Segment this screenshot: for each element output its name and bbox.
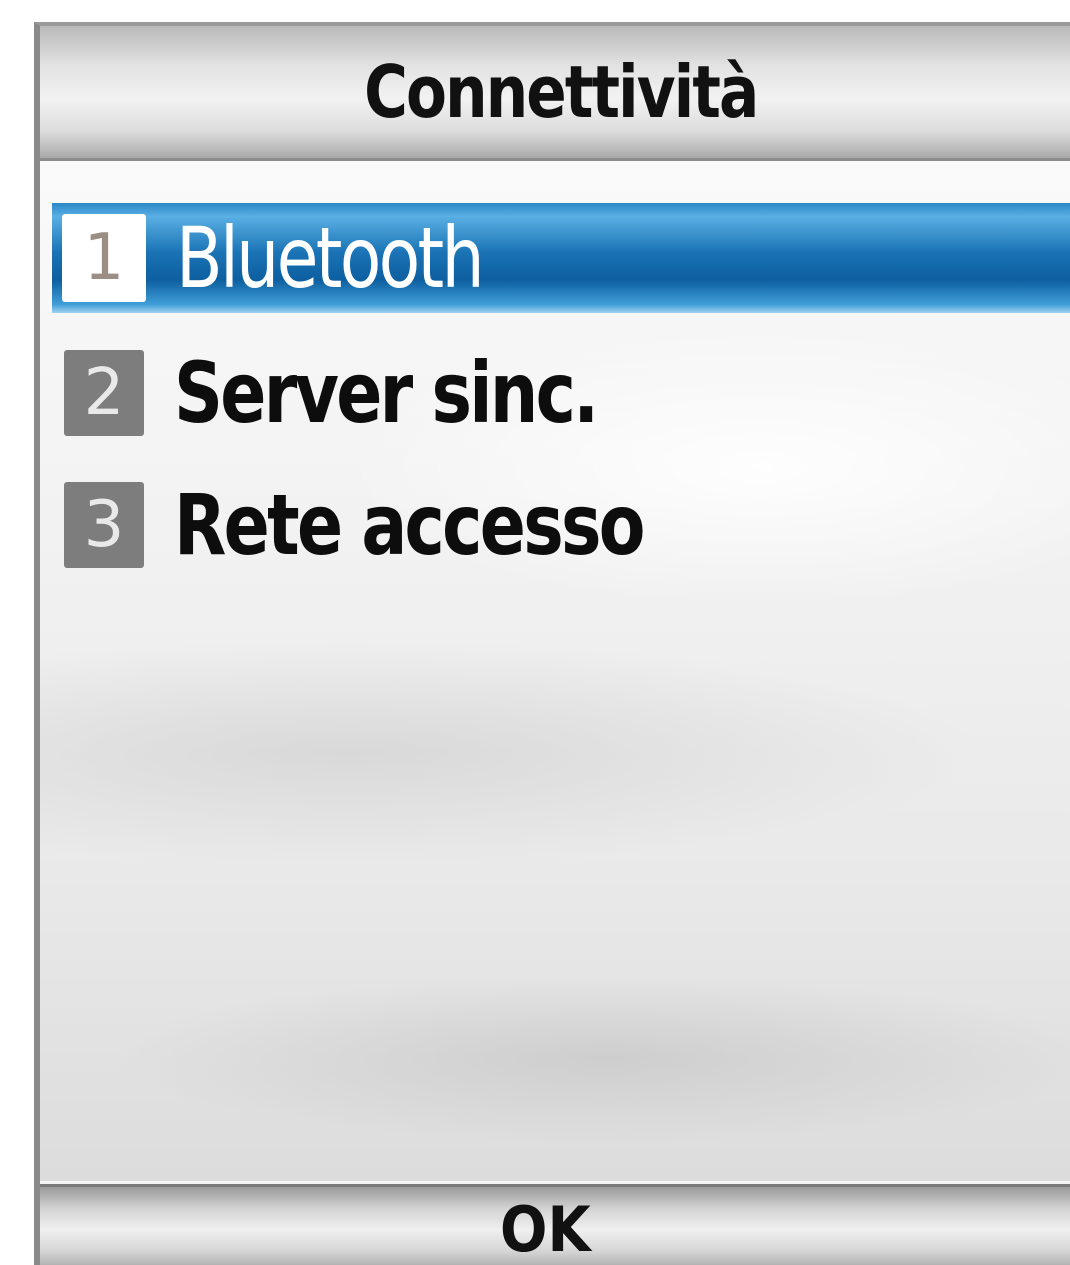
ok-softkey[interactable]: OK bbox=[500, 1193, 591, 1265]
menu-item-label: Bluetooth bbox=[176, 209, 485, 307]
phone-screen: Connettività 1 Bluetooth 2 Server sinc. … bbox=[34, 22, 1070, 1265]
number-badge: 2 bbox=[64, 350, 144, 436]
menu-item-label: Rete accesso bbox=[174, 476, 646, 574]
number-badge: 3 bbox=[64, 482, 144, 568]
page-title: Connettività bbox=[364, 50, 759, 134]
menu-item-access-network[interactable]: 3 Rete accesso bbox=[52, 465, 1070, 585]
number-badge: 1 bbox=[62, 214, 146, 302]
menu-area: 1 Bluetooth 2 Server sinc. 3 Rete access… bbox=[40, 161, 1070, 1181]
menu-list: 1 Bluetooth 2 Server sinc. 3 Rete access… bbox=[52, 203, 1070, 597]
title-bar: Connettività bbox=[40, 26, 1070, 161]
menu-item-sync-server[interactable]: 2 Server sinc. bbox=[52, 333, 1070, 453]
menu-item-bluetooth[interactable]: 1 Bluetooth bbox=[52, 203, 1070, 313]
menu-item-label: Server sinc. bbox=[174, 344, 599, 442]
softkey-bar: OK bbox=[40, 1184, 1070, 1265]
